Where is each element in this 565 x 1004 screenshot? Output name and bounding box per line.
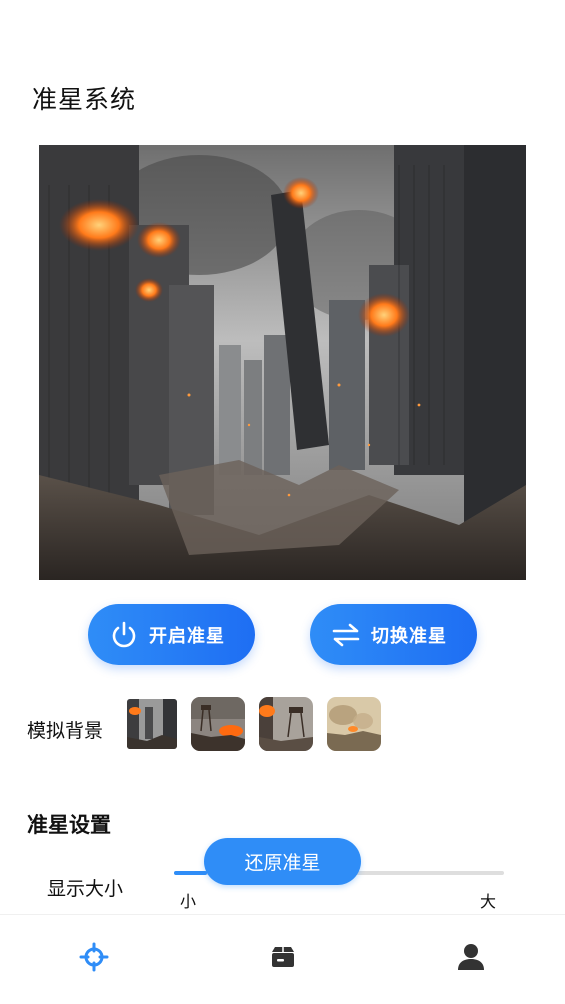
crosshair-icon — [79, 942, 109, 976]
crosshair-settings-title: 准星设置 — [27, 813, 111, 837]
box-icon — [269, 943, 297, 975]
slider-max-label: 大 — [480, 892, 497, 911]
page-title: 准星系统 — [32, 85, 137, 114]
power-icon — [108, 619, 140, 651]
reset-crosshair-button[interactable]: 还原准星 — [204, 838, 361, 885]
background-thumb-desert-battle[interactable] — [327, 697, 381, 751]
background-preview-image — [39, 145, 526, 580]
background-thumb-city-ruins[interactable] — [127, 699, 177, 749]
background-label: 模拟背景 — [27, 720, 104, 742]
switch-crosshair-button[interactable]: 切换准星 — [310, 604, 477, 665]
swap-arrows-icon — [330, 619, 362, 651]
bottom-tab-bar — [0, 914, 565, 1004]
size-slider-fill — [174, 871, 207, 875]
enable-crosshair-label: 开启准星 — [149, 625, 225, 647]
slider-min-label: 小 — [180, 892, 197, 911]
enable-crosshair-button[interactable]: 开启准星 — [88, 604, 255, 665]
tab-box[interactable] — [267, 943, 299, 975]
background-thumb-watchtower-ruins[interactable] — [259, 697, 313, 751]
tab-crosshair[interactable] — [78, 942, 110, 976]
background-thumb-watchtower-fire[interactable] — [191, 697, 245, 751]
user-icon — [456, 942, 486, 976]
tab-user[interactable] — [455, 943, 487, 975]
switch-crosshair-label: 切换准星 — [371, 625, 447, 647]
display-size-label: 显示大小 — [47, 878, 124, 900]
